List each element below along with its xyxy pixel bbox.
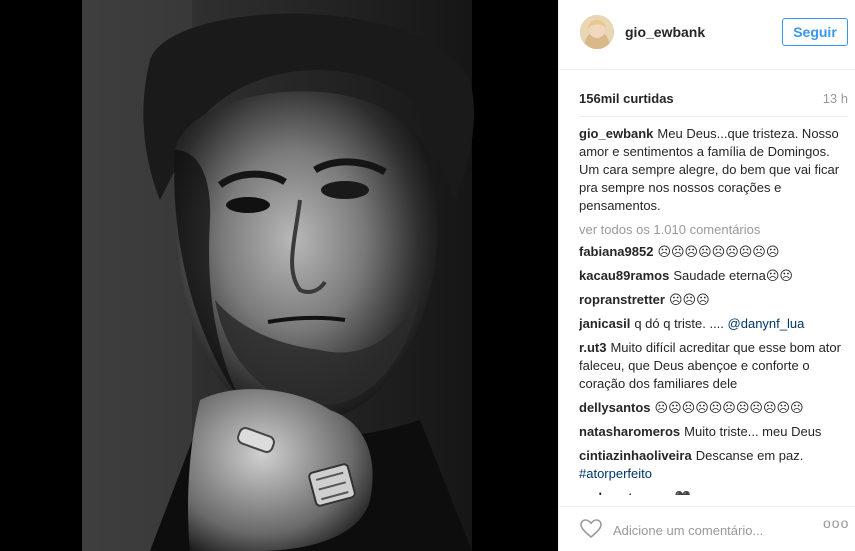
portrait-image — [0, 0, 558, 551]
comment-item: natasharomeros Muito triste... meu Deus — [579, 423, 841, 441]
comment-text: q dó q triste. .... — [634, 316, 724, 331]
comment-username[interactable]: kacau89ramos — [579, 268, 669, 283]
comment-bar: ooo — [559, 506, 855, 551]
comment-input[interactable] — [611, 517, 805, 543]
post-photo[interactable] — [0, 0, 558, 551]
comment-text: 🖤 — [675, 490, 691, 495]
avatar[interactable] — [580, 15, 614, 49]
follow-button[interactable]: Seguir — [782, 18, 848, 46]
comment-item: dellysantos ☹☹☹☹☹☹☹☹☹☹☹ — [579, 399, 841, 417]
comment-item: fabiana9852 ☹☹☹☹☹☹☹☹☹ — [579, 243, 841, 261]
comment-item: janicasil q dó q triste. .... @danynf_lua — [579, 315, 841, 333]
comment-username[interactable]: andrezatuanny — [579, 490, 671, 495]
caption-username[interactable]: gio_ewbank — [579, 126, 653, 141]
header-username[interactable]: gio_ewbank — [625, 24, 705, 40]
post-time[interactable]: 13 h — [823, 91, 848, 106]
comment-text: ☹☹☹ — [668, 292, 710, 307]
likes-count[interactable]: 156mil curtidas — [579, 91, 674, 106]
comment-username[interactable]: dellysantos — [579, 400, 651, 415]
comment-username[interactable]: janicasil — [579, 316, 630, 331]
mention-link[interactable]: @danynf_lua — [728, 316, 805, 331]
hashtag-link[interactable]: #atorperfeito — [579, 466, 652, 481]
caption: gio_ewbank Meu Deus...que tristeza. Nosso… — [579, 125, 841, 215]
comment-text: ☹☹☹☹☹☹☹☹☹ — [657, 244, 780, 259]
more-options-button[interactable]: ooo — [823, 515, 849, 531]
comment-item: r.ut3 Muito difícil acreditar que esse bo… — [579, 339, 841, 393]
comment-username[interactable]: r.ut3 — [579, 340, 606, 355]
comment-username[interactable]: cintiazinhaoliveira — [579, 448, 692, 463]
likes-row: 156mil curtidas 13 h — [579, 90, 848, 110]
comment-item: cintiazinhaoliveira Descanse em paz. #ator… — [579, 447, 841, 483]
comment-text: ☹☹☹☹☹☹☹☹☹☹☹ — [654, 400, 804, 415]
comment-username[interactable]: ropranstretter — [579, 292, 665, 307]
post-side-panel: gio_ewbank Seguir 156mil curtidas 13 h g… — [558, 0, 855, 551]
comment-username[interactable]: fabiana9852 — [579, 244, 653, 259]
comments-list: gio_ewbank Meu Deus...que tristeza. Nosso… — [579, 125, 841, 495]
heart-outline-icon[interactable] — [579, 517, 603, 541]
view-all-comments-link[interactable]: ver todos os 1.010 comentários — [579, 221, 841, 239]
post-header: gio_ewbank Seguir — [559, 0, 855, 70]
comment-item: andrezatuanny 🖤 — [579, 489, 841, 495]
comment-text: Descanse em paz. — [695, 448, 804, 463]
comment-text: Muito difícil acreditar que esse bom ato… — [579, 340, 841, 391]
comment-text: Saudade eterna☹☹ — [673, 268, 793, 283]
comment-text: Muito triste... meu Deus — [684, 424, 822, 439]
divider — [579, 116, 848, 117]
comment-item: kacau89ramos Saudade eterna☹☹ — [579, 267, 841, 285]
comment-item: ropranstretter ☹☹☹ — [579, 291, 841, 309]
comment-username[interactable]: natasharomeros — [579, 424, 680, 439]
